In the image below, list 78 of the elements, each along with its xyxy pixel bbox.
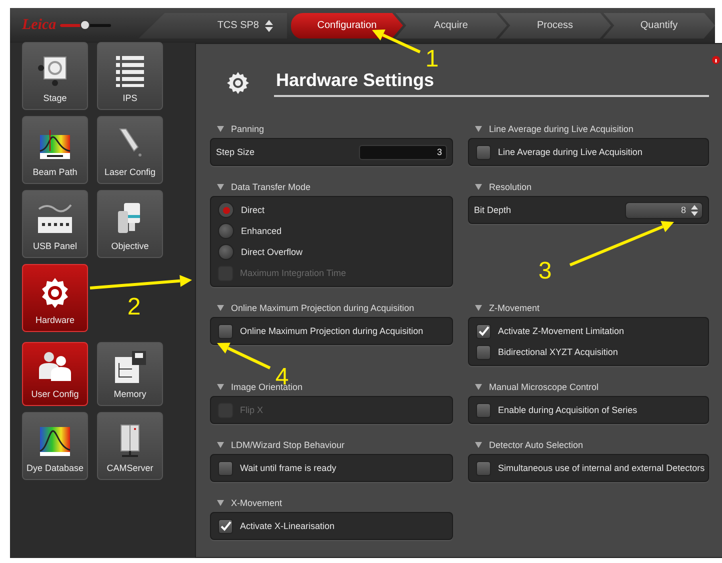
checkbox[interactable]	[476, 460, 491, 476]
collapse-icon	[475, 126, 482, 132]
option-label: Direct	[241, 205, 266, 215]
sidebar-tile[interactable]: Laser Config	[97, 116, 163, 184]
annotation-number: 3	[538, 257, 552, 284]
option-label: Bidirectional XYZT Acquisition	[498, 347, 619, 357]
sidebar-tile[interactable]: Stage	[22, 42, 88, 110]
annotation-arrow	[372, 30, 421, 54]
section-title: Detector Auto Selection	[489, 440, 584, 450]
sidebar-tile[interactable]: USB Panel	[22, 190, 88, 258]
workflow-tab[interactable]: Quantify	[603, 12, 715, 38]
collapse-icon	[217, 184, 224, 190]
workflow-tab[interactable]: Configuration	[291, 12, 403, 38]
checkbox[interactable]	[218, 460, 233, 476]
annotation-arrow	[217, 342, 271, 370]
option-label: Online Maximum Projection during Acquisition	[240, 326, 424, 336]
option-label: Wait until frame is ready	[240, 463, 338, 473]
sidebar-tile[interactable]: Hardware	[22, 264, 88, 332]
collapse-icon	[217, 126, 224, 132]
checkbox[interactable]	[476, 402, 491, 418]
option-label: Activate X-Linearisation	[240, 521, 336, 531]
option-label: Simultaneous use of internal and external Detectors	[498, 463, 705, 473]
sidebar-tile[interactable]: Beam Path	[22, 116, 88, 184]
sidebar-tile[interactable]: CAMServer	[97, 412, 163, 480]
option-label: Activate Z-Movement Limitation	[498, 326, 626, 336]
checkbox[interactable]	[476, 344, 491, 360]
checkbox[interactable]	[476, 144, 491, 160]
section-title: Data Transfer Mode	[231, 182, 311, 192]
collapse-icon	[475, 442, 482, 448]
collapse-icon	[217, 305, 224, 311]
collapse-icon	[475, 384, 482, 390]
section-title: X-Movement	[231, 498, 282, 508]
collapse-icon	[475, 184, 482, 190]
sidebar-tile[interactable]: IPS	[97, 42, 163, 110]
section-title: Image Orientation	[231, 382, 303, 392]
sidebar-tile[interactable]: Memory	[97, 342, 163, 406]
option-label: Line Average during Live Acquisition	[498, 147, 644, 157]
collapse-icon	[217, 384, 224, 390]
section-title: Online Maximum Projection during Acquisition	[231, 303, 414, 313]
workflow-tab[interactable]: Process	[499, 12, 611, 38]
annotation-number: 2	[127, 293, 141, 320]
option-label: Direct Overflow	[241, 247, 304, 257]
section-title: Line Average during Live Acquisition	[489, 124, 634, 134]
workflow-tab[interactable]: Acquire	[395, 12, 507, 38]
panel-title: Hardware Settings	[274, 70, 709, 96]
sidebar-tile[interactable]: Dye Database	[22, 412, 88, 480]
info-icon	[712, 56, 720, 64]
checkbox[interactable]	[218, 324, 233, 338]
field-label: Bit Depth	[474, 205, 512, 215]
device-selector[interactable]: TCS SP8	[211, 18, 279, 34]
collapse-icon	[475, 305, 482, 311]
sidebar-tile[interactable]: User Config	[22, 342, 88, 406]
annotation-number: 1	[425, 45, 439, 72]
option-label: Enhanced	[241, 226, 283, 236]
collapse-icon	[217, 442, 224, 448]
option-label: Enable during Acquisition of Series	[498, 405, 638, 415]
memory-icon	[112, 349, 148, 385]
checkbox[interactable]	[218, 518, 233, 534]
updown-icon	[691, 204, 698, 216]
section-title: LDM/Wizard Stop Behaviour	[231, 440, 345, 450]
settings-icon	[226, 71, 250, 95]
slider-thumb[interactable]	[80, 20, 90, 30]
section-title: Resolution	[489, 182, 532, 192]
number-field[interactable]: 3	[359, 144, 447, 160]
section-title: Manual Microscope Control	[489, 382, 599, 392]
option-label: Maximum Integration Time	[240, 268, 348, 278]
updown-icon	[265, 20, 273, 32]
checkbox[interactable]	[476, 324, 491, 338]
section-title: Panning	[231, 124, 264, 134]
collapse-icon	[217, 500, 224, 506]
radio-button[interactable]	[218, 244, 234, 260]
radio-button[interactable]	[218, 223, 234, 239]
section-title: Z-Movement	[489, 303, 540, 313]
spin-box[interactable]: 8	[625, 202, 703, 218]
option-label: Flip X	[240, 405, 264, 415]
field-label: Step Size	[216, 147, 256, 157]
radio-button[interactable]	[218, 202, 234, 218]
sidebar-tile[interactable]: Objective	[97, 190, 163, 258]
